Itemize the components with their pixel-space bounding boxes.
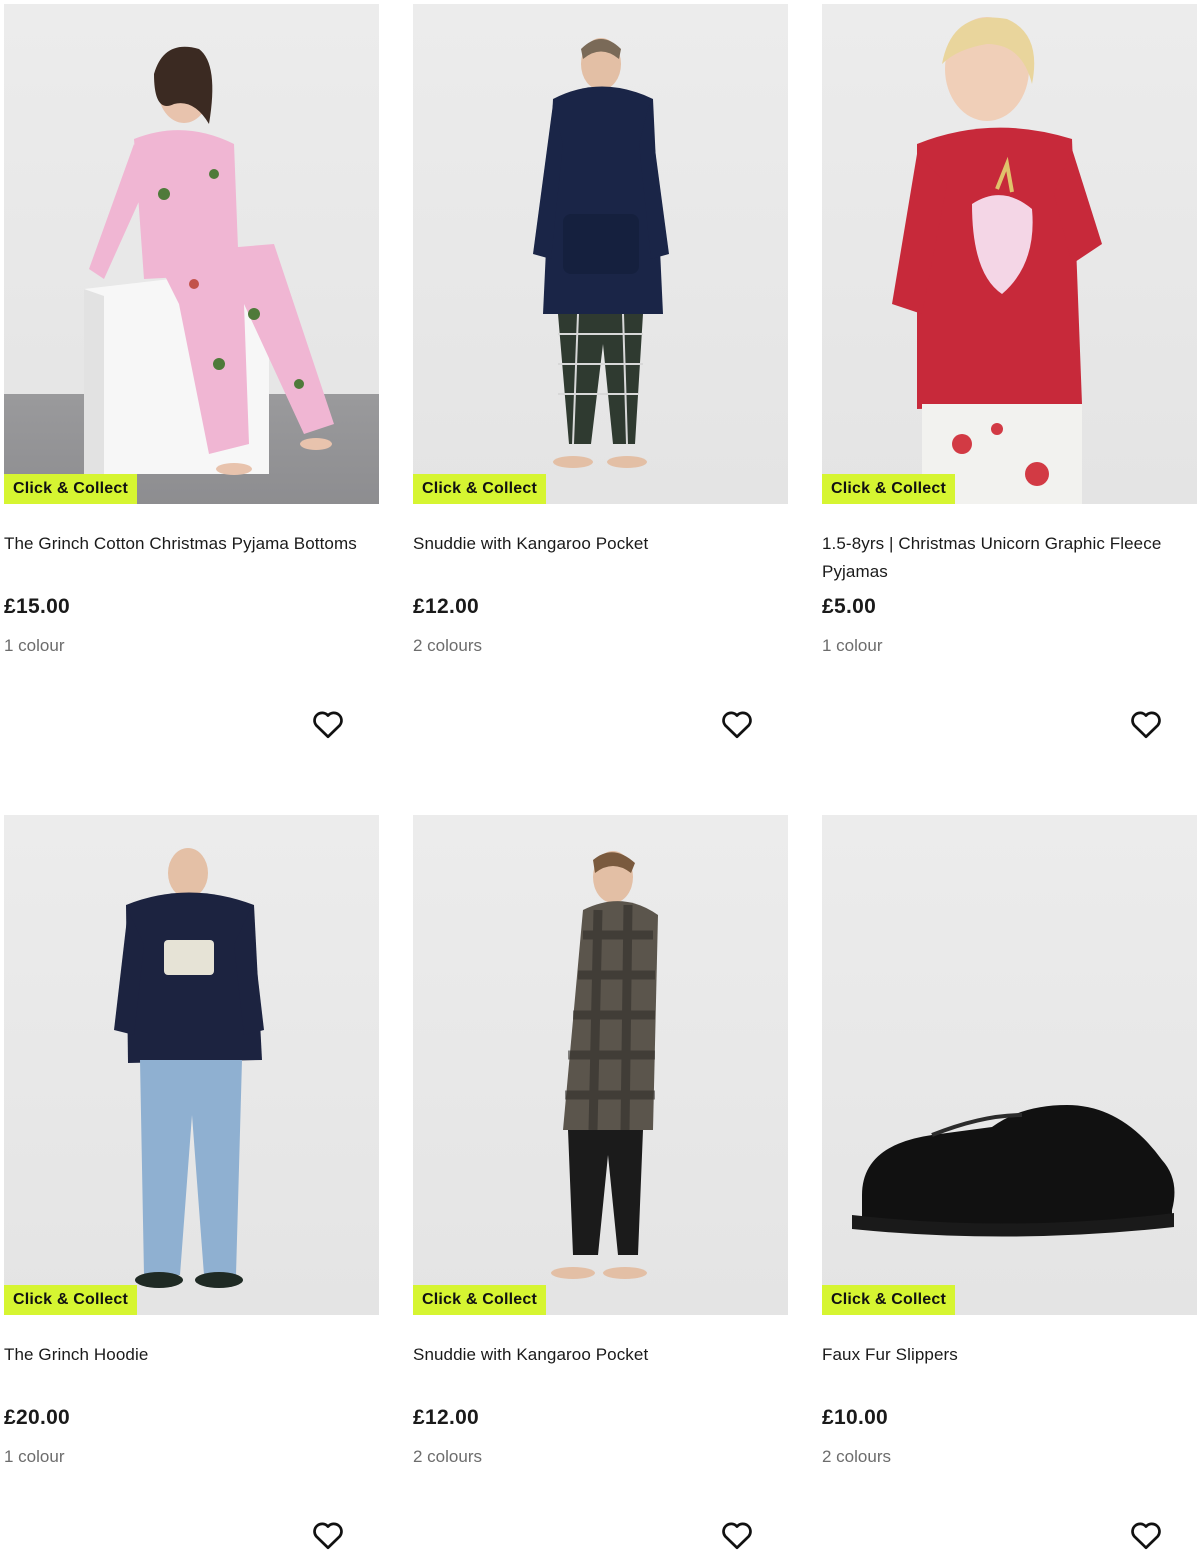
product-price: £5.00 <box>822 595 877 618</box>
product-card[interactable]: Click & Collect 1.5-8yrs | Christmas Uni… <box>822 4 1197 739</box>
heart-outline-icon <box>313 711 343 739</box>
wishlist-button[interactable] <box>310 1517 346 1553</box>
product-price: £15.00 <box>4 595 71 618</box>
product-image[interactable]: Click & Collect <box>822 815 1197 1315</box>
colour-count[interactable]: 2 colours <box>413 1447 482 1467</box>
grinch-hoodie-model-illustration <box>114 848 264 1288</box>
colour-count[interactable]: 1 colour <box>4 1447 64 1467</box>
product-image[interactable]: Click & Collect <box>4 815 379 1315</box>
child-fleece-pyjamas-illustration <box>892 17 1102 504</box>
product-image[interactable]: Click & Collect <box>413 4 788 504</box>
wishlist-button[interactable] <box>1128 1517 1164 1553</box>
product-title[interactable]: Snuddie with Kangaroo Pocket <box>413 1341 788 1397</box>
snuddie-model-illustration <box>533 38 669 468</box>
pyjama-model-illustration <box>84 46 334 475</box>
colour-count[interactable]: 2 colours <box>413 636 482 656</box>
product-price: £20.00 <box>4 1406 71 1429</box>
click-collect-badge: Click & Collect <box>413 474 547 504</box>
product-card[interactable]: Click & Collect Snuddie with Kangaroo Po… <box>413 4 788 739</box>
wishlist-button[interactable] <box>1128 706 1164 742</box>
product-image[interactable]: Click & Collect <box>822 4 1197 504</box>
product-image[interactable]: Click & Collect <box>4 4 379 504</box>
colour-count[interactable]: 2 colours <box>822 1447 891 1467</box>
product-image[interactable]: Click & Collect <box>413 815 788 1315</box>
colour-count[interactable]: 1 colour <box>4 636 64 656</box>
heart-outline-icon <box>1131 711 1161 739</box>
product-card[interactable]: Click & Collect The Grinch Hoodie £20.00… <box>4 815 379 1550</box>
heart-outline-icon <box>722 711 752 739</box>
click-collect-badge: Click & Collect <box>822 474 956 504</box>
heart-outline-icon <box>313 1522 343 1550</box>
heart-outline-icon <box>722 1522 752 1550</box>
heart-outline-icon <box>1131 1522 1161 1550</box>
product-title[interactable]: Snuddie with Kangaroo Pocket <box>413 530 788 586</box>
click-collect-badge: Click & Collect <box>413 1285 547 1315</box>
click-collect-badge: Click & Collect <box>4 1285 138 1315</box>
product-price: £12.00 <box>413 595 480 618</box>
product-title[interactable]: The Grinch Hoodie <box>4 1341 379 1397</box>
click-collect-badge: Click & Collect <box>822 1285 956 1315</box>
checked-snuddie-model-illustration <box>551 851 658 1279</box>
wishlist-button[interactable] <box>719 706 755 742</box>
click-collect-badge: Click & Collect <box>4 474 138 504</box>
wishlist-button[interactable] <box>310 706 346 742</box>
product-card[interactable]: Click & Collect Snuddie with Kangaroo Po… <box>413 815 788 1550</box>
product-card[interactable]: Click & Collect The Grinch Cotton Christ… <box>4 4 379 739</box>
wishlist-button[interactable] <box>719 1517 755 1553</box>
colour-count[interactable]: 1 colour <box>822 636 882 656</box>
product-price: £10.00 <box>822 1406 889 1429</box>
product-price: £12.00 <box>413 1406 480 1429</box>
product-title[interactable]: 1.5-8yrs | Christmas Unicorn Graphic Fle… <box>822 530 1197 586</box>
product-title[interactable]: Faux Fur Slippers <box>822 1341 1197 1397</box>
slipper-illustration <box>852 1105 1175 1237</box>
product-card[interactable]: Click & Collect Faux Fur Slippers £10.00… <box>822 815 1197 1550</box>
product-title[interactable]: The Grinch Cotton Christmas Pyjama Botto… <box>4 530 379 586</box>
